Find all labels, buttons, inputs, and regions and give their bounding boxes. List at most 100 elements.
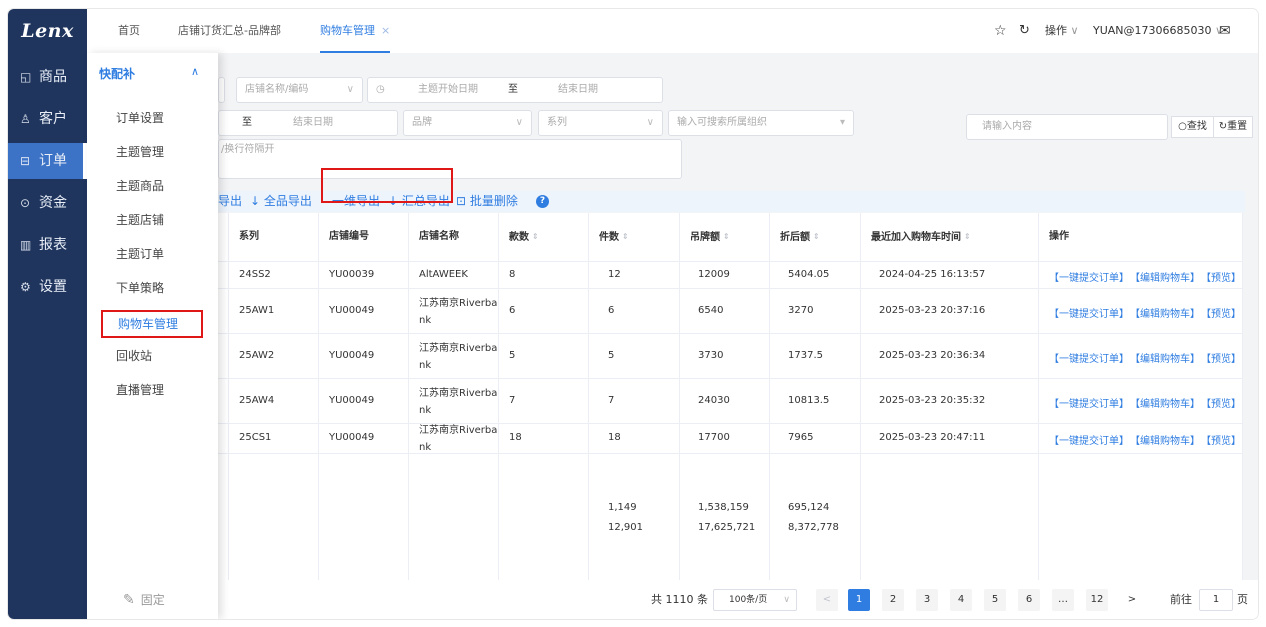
sort-icon[interactable]: ⇕: [813, 213, 820, 261]
col-divider: [498, 213, 499, 580]
col-styles[interactable]: 款数 ⇕: [509, 213, 539, 261]
sort-icon[interactable]: ⇕: [964, 213, 971, 261]
pin-button[interactable]: ✎ 固定: [123, 591, 165, 608]
brand-select[interactable]: 品牌 ∨: [403, 110, 532, 136]
export-button[interactable]: 导出: [218, 191, 242, 212]
theme-date-range[interactable]: ◷ 主题开始日期 至 结束日期: [367, 77, 663, 103]
page-button[interactable]: 3: [916, 589, 938, 611]
sort-icon[interactable]: ⇕: [622, 213, 629, 261]
col-store-name: 店铺名称: [419, 231, 459, 242]
series-select[interactable]: 系列 ∨: [538, 110, 663, 136]
cell-tag: 24030: [698, 394, 730, 406]
submenu-item[interactable]: 下单策略: [116, 279, 164, 296]
nav-label: 报表: [39, 237, 67, 253]
col-label: 件数: [599, 232, 619, 243]
help-icon[interactable]: ?: [536, 195, 549, 208]
search-input[interactable]: 请输入内容: [966, 114, 1168, 140]
brand-logo: Lenx: [21, 20, 74, 42]
close-icon[interactable]: ×: [381, 24, 390, 37]
nav-item-customers[interactable]: ♙ 客户: [8, 101, 87, 137]
export-all-button[interactable]: ↓ 全品导出: [250, 191, 312, 212]
submenu-item[interactable]: 订单设置: [116, 109, 164, 126]
org-select[interactable]: 输入可搜索所属组织 ▾: [668, 110, 854, 136]
star-icon[interactable]: ☆: [994, 9, 1007, 53]
cell-tag: 12009: [698, 268, 730, 280]
submenu-item[interactable]: 主题管理: [116, 143, 164, 160]
edit-cart-link[interactable]: 【编辑购物车】: [1135, 436, 1200, 447]
submit-order-link[interactable]: 【一键提交订单】: [1049, 354, 1129, 365]
col-tag-amount[interactable]: 吊牌额 ⇕: [690, 213, 730, 261]
edit-cart-link[interactable]: 【编辑购物车】: [1135, 309, 1200, 320]
next-page-button[interactable]: >: [1121, 589, 1143, 611]
table-header: 系列 店铺编号 店铺名称 款数 ⇕ 件数 ⇕ 吊牌额 ⇕ 折后额 ⇕ 最近加入购物车时间…: [218, 213, 1243, 262]
nav-item-settings[interactable]: ⚙ 设置: [8, 269, 87, 305]
page-size-value: 100条/页: [729, 595, 768, 605]
page-button[interactable]: 6: [1018, 589, 1040, 611]
sort-icon[interactable]: ⇕: [723, 213, 730, 261]
date-range-2[interactable]: 至 结束日期: [218, 110, 398, 136]
col-pieces[interactable]: 件数 ⇕: [599, 213, 629, 261]
nav-item-funds[interactable]: ⊙ 资金: [8, 185, 87, 221]
page-size-select[interactable]: 100条/页 ∨: [713, 589, 797, 611]
submenu-item[interactable]: 主题订单: [116, 245, 164, 262]
tab-home[interactable]: 首页: [118, 9, 140, 53]
prev-page-button[interactable]: <: [816, 589, 838, 611]
filter-partial[interactable]: [218, 77, 225, 103]
mail-icon[interactable]: ✉: [1219, 9, 1231, 53]
page-button[interactable]: 12: [1086, 589, 1108, 611]
col-divider: [228, 213, 229, 580]
submenu-item[interactable]: 回收站: [116, 347, 152, 364]
page-button[interactable]: 1: [848, 589, 870, 611]
cell-pieces: 6: [608, 304, 615, 316]
submit-order-link[interactable]: 【一键提交订单】: [1049, 399, 1129, 410]
tab-cart-management[interactable]: 购物车管理 ×: [320, 9, 391, 53]
row-operations: 【一键提交订单】 【编辑购物车】 【预览】: [1049, 395, 1241, 410]
edit-cart-link[interactable]: 【编辑购物车】: [1135, 273, 1200, 284]
submenu-item[interactable]: 主题商品: [116, 177, 164, 194]
user-menu[interactable]: YUAN@17306685030 ∨: [1093, 9, 1223, 53]
highlight-box: [321, 168, 453, 203]
batch-delete-button[interactable]: ⊡ 批量删除: [456, 191, 518, 212]
submit-order-link[interactable]: 【一键提交订单】: [1049, 273, 1129, 284]
cell-tag: 17700: [698, 432, 730, 443]
submit-order-link[interactable]: 【一键提交订单】: [1049, 436, 1129, 447]
submenu-title[interactable]: 快配补: [99, 65, 135, 82]
search-button[interactable]: ○查找: [1171, 116, 1214, 138]
submenu-item[interactable]: 直播管理: [116, 381, 164, 398]
range-separator: 至: [242, 117, 252, 128]
store-select[interactable]: 店铺名称/编码 ∨: [236, 77, 363, 103]
cell-code: YU00049: [329, 394, 375, 406]
page-button[interactable]: 2: [882, 589, 904, 611]
nav-item-reports[interactable]: ▥ 报表: [8, 227, 87, 263]
nav-item-orders[interactable]: ⊟ 订单: [8, 143, 87, 179]
chevron-up-icon[interactable]: ∧: [191, 65, 199, 78]
cell-time: 2024-04-25 16:13:57: [879, 268, 986, 280]
submenu-item[interactable]: 主题店铺: [116, 211, 164, 228]
refresh-icon[interactable]: ↻: [1019, 9, 1030, 53]
edit-cart-link[interactable]: 【编辑购物车】: [1135, 399, 1200, 410]
edit-cart-link[interactable]: 【编辑购物车】: [1135, 354, 1200, 365]
submit-order-link[interactable]: 【一键提交订单】: [1049, 309, 1129, 320]
tab-store-order-summary[interactable]: 店铺订货汇总-品牌部: [178, 9, 281, 53]
end-date-placeholder: 结束日期: [558, 84, 598, 95]
operations-menu[interactable]: 操作 ∨: [1045, 9, 1079, 53]
cell-styles: 8: [509, 268, 516, 280]
page-button[interactable]: 4: [950, 589, 972, 611]
cell-styles: 5: [509, 349, 516, 361]
col-discount-amount[interactable]: 折后额 ⇕: [780, 213, 820, 261]
preview-link[interactable]: 【预览】: [1206, 399, 1241, 410]
col-divider: [408, 213, 409, 580]
page-button[interactable]: …: [1052, 589, 1074, 611]
nav-item-products[interactable]: ◱ 商品: [8, 59, 87, 95]
preview-link[interactable]: 【预览】: [1206, 354, 1241, 365]
reset-button[interactable]: ↻重置: [1213, 116, 1253, 138]
col-last-added-time[interactable]: 最近加入购物车时间 ⇕: [871, 213, 971, 261]
preview-link[interactable]: 【预览】: [1206, 273, 1241, 284]
preview-link[interactable]: 【预览】: [1206, 309, 1241, 320]
preview-link[interactable]: 【预览】: [1206, 436, 1241, 447]
page-button[interactable]: 5: [984, 589, 1006, 611]
submenu-item[interactable]: 购物车管理: [101, 310, 203, 338]
col-label: 折后额: [780, 232, 810, 243]
sort-icon[interactable]: ⇕: [532, 213, 539, 261]
goto-page-input[interactable]: 1: [1199, 589, 1233, 611]
